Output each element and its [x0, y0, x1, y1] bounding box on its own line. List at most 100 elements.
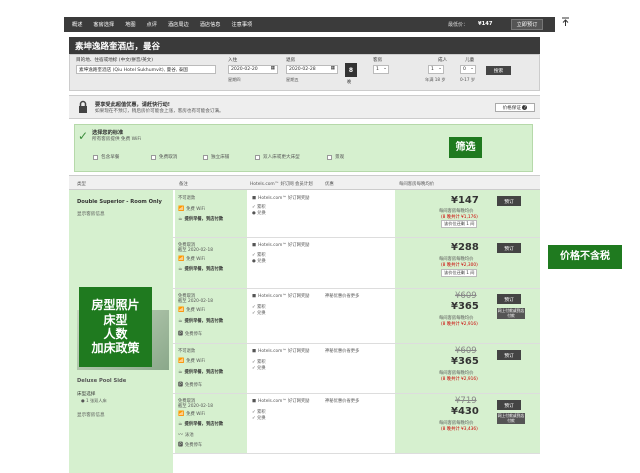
- price-total: (8 晚共计 ¥2,916): [441, 377, 478, 382]
- book-now-button[interactable]: 立即预订: [511, 19, 543, 30]
- filter-breakfast[interactable]: 包含早餐: [93, 152, 119, 162]
- calendar-icon: ▦: [270, 66, 275, 71]
- table-row: 免费取消 截至 2020-02-18 📶 免费 WiFi ☕ 提供早餐，到店付款 🅿…: [173, 289, 540, 344]
- parking-text: 免费停车: [185, 443, 203, 448]
- checkin-label: 入住: [228, 58, 238, 63]
- help-icon: ?: [522, 105, 528, 110]
- calendar-icon: ▦: [330, 66, 335, 71]
- room2-info-link[interactable]: 显示客房信息: [77, 412, 105, 418]
- destination-input[interactable]: 素坤逸路奎酒店 (Qiu Hotel Sukhumvit), 曼谷, 泰国: [76, 65, 216, 74]
- chevron-down-icon: ⌄: [470, 66, 474, 71]
- breakfast-text: 提供早餐，到店付款: [184, 267, 224, 272]
- pool-text: 泳池: [185, 433, 194, 438]
- checkin-value: 2020-02-20: [231, 67, 258, 72]
- rewards-cell: ◼ Hotels.com™ 好订网奖励 ✓ 累积 ✓ 兑换: [249, 344, 320, 393]
- room1-info-link[interactable]: 显示客房信息: [77, 211, 105, 217]
- rewards-title: ◼ Hotels.com™ 好订网奖励: [252, 293, 309, 299]
- wifi-icon: 📶: [178, 256, 185, 262]
- price-annotation: 价格不含税: [548, 245, 622, 269]
- filter-separate-beds[interactable]: 独立床铺: [203, 152, 229, 162]
- price-total: (8 晚共计 ¥3,436): [441, 427, 478, 432]
- destination-label: 目的地、住宿或地标 (中文/拼音/英文): [76, 58, 154, 63]
- filter-free-cancel[interactable]: 免费取消: [151, 152, 177, 162]
- breakfast-row: ☕ 提供早餐，到店付款: [178, 318, 223, 324]
- book-button[interactable]: 预订: [497, 350, 521, 360]
- annotation-bed: 床型: [103, 312, 128, 327]
- pay-option-badge: 网上付款或到店付款: [497, 308, 525, 319]
- checkbox[interactable]: [327, 154, 332, 160]
- check-icon: ✓: [78, 129, 89, 143]
- rewards-label: Hotels.com™ 好订网奖励: [258, 399, 310, 404]
- lowest-price-value: ¥147: [478, 21, 493, 27]
- price-value: ¥288: [451, 242, 479, 253]
- header-notes: 备注: [179, 182, 188, 187]
- rewards-title: ◼ Hotels.com™ 好订网奖励: [252, 242, 309, 248]
- book-button[interactable]: 预订: [497, 196, 521, 206]
- filter-double-bed[interactable]: 双人床或更大床型: [255, 152, 300, 162]
- pay-option-badge: 网上付款或到店付款: [497, 413, 525, 424]
- header-price: 每间客房每晚均价: [399, 182, 435, 187]
- price-value: ¥430: [451, 406, 479, 417]
- checkout-day: 星期五: [286, 77, 299, 82]
- wifi-row: 📶 免费 WiFi: [178, 307, 205, 313]
- checkbox[interactable]: [255, 154, 260, 160]
- wifi-row: 📶 免费 WiFi: [178, 358, 205, 364]
- rewards-redeem-label: 兑换: [256, 416, 266, 421]
- filter-view[interactable]: 景观: [327, 152, 344, 162]
- checkbox[interactable]: [151, 154, 156, 160]
- scroll-top-icon[interactable]: [561, 17, 570, 29]
- kids-select[interactable]: 0 ⌄: [460, 65, 476, 74]
- notes-cell: 免费取消 截至 2020-02-18 📶 免费 WiFi ☕ 提供早餐，到店付款 〰…: [175, 394, 247, 453]
- promo-title: 要享受此超值优惠，请赶快行动!: [95, 102, 170, 108]
- rooms-select[interactable]: 1 ⌄: [373, 65, 389, 74]
- adults-select[interactable]: 1 ⌄: [428, 65, 444, 74]
- breakfast-icon: ☕: [178, 318, 183, 324]
- wifi-row: 📶 免费 WiFi: [178, 206, 205, 212]
- checkout-input[interactable]: 2020-02-28 ▦: [286, 65, 338, 74]
- lock-icon: [78, 100, 88, 114]
- price-guarantee-button[interactable]: 价格保证 ?: [495, 103, 535, 112]
- adults-value: 1: [431, 67, 434, 72]
- parking-icon: 🅿: [178, 382, 184, 388]
- book-button[interactable]: 预订: [497, 294, 521, 304]
- rewards-icon: ◼: [252, 242, 257, 248]
- parking-icon: 🅿: [178, 442, 184, 448]
- filter-title: 选择您的标准: [92, 130, 124, 136]
- book-button[interactable]: 预订: [497, 400, 521, 410]
- kids-sub: 0-17 岁: [460, 77, 476, 82]
- nav-hotel-info[interactable]: 酒店信息: [200, 21, 221, 28]
- nav-nearby[interactable]: 酒店周边: [168, 21, 189, 28]
- table-row: 不可退款 📶 免费 WiFi ☕ 提供早餐，到店付款 🅿 免费停车 ◼ Hotels.c…: [173, 344, 540, 394]
- kids-label: 儿童: [465, 58, 475, 63]
- wifi-text: 免费 WiFi: [186, 207, 205, 212]
- deals-cell: 神秘优惠价省更多: [322, 344, 394, 393]
- notes-cell: 免费取消 截至 2020-02-18 📶 免费 WiFi ☕ 提供早餐，到店付款 🅿…: [175, 289, 247, 343]
- rewards-cell: ◼ Hotels.com™ 好订网奖励 ✓ 累积 ✓ 兑换: [249, 394, 320, 453]
- rewards-icon: ◼: [252, 398, 257, 404]
- nav-map[interactable]: 地图: [125, 21, 135, 28]
- rooms-left-badge: 该价位还剩 1 间: [441, 220, 478, 228]
- wifi-icon: 📶: [178, 206, 185, 212]
- checkbox[interactable]: [93, 154, 98, 160]
- rewards-label: Hotels.com™ 好订网奖励: [258, 294, 310, 299]
- wifi-text: 免费 WiFi: [186, 359, 205, 364]
- breakfast-row: ☕ 提供早餐，到店付款: [178, 421, 223, 427]
- nights-count: 8: [345, 63, 357, 77]
- breakfast-row: ☕ 提供早餐，到店付款: [178, 369, 223, 375]
- header-type: 类型: [77, 182, 86, 187]
- rewards-redeem: ✓ 兑换: [252, 416, 266, 421]
- checkin-input[interactable]: 2020-02-20 ▦: [228, 65, 278, 74]
- nav-rooms[interactable]: 客房选择: [93, 21, 114, 28]
- rewards-redeem-label: 兑换: [256, 366, 266, 371]
- nav-reviews[interactable]: 点评: [147, 21, 157, 28]
- price-cell: ¥147 每间客房每晚均价 (8 晚共计 ¥1,176) 该价位还剩 1 间 预…: [395, 190, 540, 237]
- price-value: ¥365: [451, 356, 479, 367]
- kids-value: 0: [463, 67, 466, 72]
- search-button[interactable]: 搜索: [486, 66, 511, 75]
- book-button[interactable]: 预订: [497, 243, 521, 253]
- price-total: (8 晚共计 ¥2,300): [441, 263, 478, 268]
- parking-row: 🅿 免费停车: [178, 330, 202, 337]
- nav-overview[interactable]: 概述: [72, 21, 82, 28]
- checkbox[interactable]: [203, 154, 208, 160]
- nav-notes[interactable]: 注意事项: [231, 21, 252, 28]
